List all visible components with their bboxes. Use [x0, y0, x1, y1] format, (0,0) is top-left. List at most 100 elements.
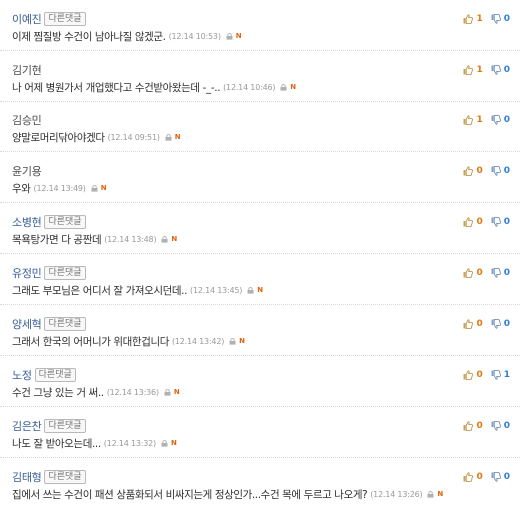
- author-name[interactable]: 김태형: [12, 469, 42, 485]
- thumbs-down-icon: [491, 65, 501, 75]
- lock-icon[interactable]: [161, 439, 168, 447]
- lock-icon[interactable]: [247, 286, 254, 294]
- dislike-button[interactable]: 0: [491, 421, 510, 431]
- thumbs-up-icon: [463, 14, 474, 24]
- lock-icon[interactable]: [165, 133, 172, 141]
- dislike-button[interactable]: 0: [491, 14, 510, 24]
- like-button[interactable]: 0: [463, 472, 483, 482]
- comment-text: 나도 잘 받아오는데...: [12, 437, 101, 450]
- dislike-button[interactable]: 0: [491, 65, 510, 75]
- author-name[interactable]: 윤기용: [12, 163, 42, 179]
- comment-timestamp: (12.14 10:46): [223, 82, 276, 92]
- comment-text: 우와: [12, 182, 31, 195]
- like-button[interactable]: 0: [463, 319, 483, 329]
- new-icon: N: [171, 235, 177, 243]
- comment-timestamp: (12.14 13:49): [33, 183, 86, 193]
- other-comments-button[interactable]: 다른댓글: [44, 317, 86, 331]
- lock-icon[interactable]: [229, 337, 236, 345]
- dislike-button[interactable]: 0: [491, 472, 510, 482]
- like-button[interactable]: 1: [463, 115, 483, 125]
- comment-header: 김태형 다른댓글: [12, 470, 86, 484]
- new-icon: N: [290, 83, 296, 91]
- thumbs-up-icon: [463, 268, 474, 278]
- comment-body: 수건 그냥 있는 거 써.. (12.14 13:36) N: [12, 386, 180, 399]
- dislike-count: 0: [503, 166, 510, 176]
- dislike-count: 0: [503, 65, 510, 75]
- lock-icon[interactable]: [427, 490, 434, 498]
- comment-header: 윤기용: [12, 163, 42, 179]
- comment-body: 나 어제 병원가서 개업했다고 수건받아왔는데 -_-.. (12.14 10:4…: [12, 81, 296, 94]
- dislike-button[interactable]: 0: [491, 166, 510, 176]
- other-comments-button[interactable]: 다른댓글: [44, 419, 86, 433]
- comment-timestamp: (12.14 13:45): [190, 285, 243, 295]
- dislike-button[interactable]: 1: [491, 370, 510, 380]
- like-button[interactable]: 0: [463, 268, 483, 278]
- dislike-button[interactable]: 0: [491, 319, 510, 329]
- like-count: 1: [476, 14, 483, 24]
- thumbs-down-icon: [491, 472, 501, 482]
- like-button[interactable]: 1: [463, 14, 483, 24]
- comment-body: 그래서 한국의 어머니가 위대한겁니다 (12.14 13:42) N: [12, 335, 245, 348]
- like-button[interactable]: 0: [463, 217, 483, 227]
- like-count: 0: [476, 319, 483, 329]
- comment-list: 이예진 다른댓글 이제 찜질방 수건이 남아나질 않겠군. (12.14 10:53)…: [0, 0, 520, 508]
- comment-timestamp: (12.14 13:32): [103, 438, 156, 448]
- author-name[interactable]: 양세혁: [12, 316, 42, 332]
- dislike-button[interactable]: 0: [491, 217, 510, 227]
- dislike-count: 0: [503, 319, 510, 329]
- author-name[interactable]: 김기현: [12, 62, 42, 78]
- like-button[interactable]: 0: [463, 370, 483, 380]
- other-comments-button[interactable]: 다른댓글: [34, 368, 76, 382]
- new-icon: N: [257, 286, 263, 294]
- dislike-count: 0: [503, 217, 510, 227]
- author-name[interactable]: 이예진: [12, 11, 42, 27]
- like-count: 1: [476, 65, 483, 75]
- comment-item: 김승민 양말로머리닦아야겠다 (12.14 09:51) N 1 0: [0, 101, 520, 152]
- thumbs-up-icon: [463, 370, 474, 380]
- comment-body: 우와 (12.14 13:49) N: [12, 182, 107, 195]
- like-button[interactable]: 1: [463, 65, 483, 75]
- dislike-button[interactable]: 0: [491, 268, 510, 278]
- lock-icon[interactable]: [280, 83, 287, 91]
- like-button[interactable]: 0: [463, 166, 483, 176]
- comment-body: 이제 찜질방 수건이 남아나질 않겠군. (12.14 10:53) N: [12, 30, 242, 43]
- new-icon: N: [173, 388, 180, 396]
- comment-item: 김기현나 어제 병원가서 개업했다고 수건받아왔는데 -_-.. (12.14 1…: [0, 51, 520, 102]
- like-button[interactable]: 0: [463, 421, 483, 431]
- author-name[interactable]: 소병현: [12, 214, 42, 230]
- vote-controls: 00: [463, 419, 510, 433]
- comment-item: 양세혁 다른댓글그래서 한국의 어머니가 위대한겁니다 (12.14 13:42) N…: [0, 305, 520, 356]
- other-comments-button[interactable]: 다른댓글: [44, 215, 86, 229]
- lock-icon[interactable]: [161, 235, 168, 243]
- dislike-count: 1: [503, 370, 510, 380]
- other-comments-button[interactable]: 다른댓글: [44, 266, 86, 280]
- comment-timestamp: (12.14 13:48): [104, 234, 157, 244]
- new-icon: N: [239, 337, 245, 345]
- comment-item: 김태형 다른댓글 집에서 쓰는 수건이 패션 상품화되서 비싸지는게 정상인가...…: [0, 458, 520, 508]
- author-name[interactable]: 유정민: [12, 265, 42, 281]
- thumbs-down-icon: [491, 166, 501, 176]
- dislike-button[interactable]: 0: [491, 115, 510, 125]
- thumbs-down-icon: [491, 14, 501, 24]
- like-count: 0: [476, 268, 483, 278]
- lock-icon[interactable]: [226, 32, 233, 40]
- other-comments-button[interactable]: 다른댓글: [44, 12, 86, 26]
- comment-header: 김은찬 다른댓글: [12, 419, 86, 433]
- other-comments-button[interactable]: 다른댓글: [44, 470, 86, 484]
- lock-icon[interactable]: [164, 388, 171, 396]
- thumbs-down-icon: [491, 421, 501, 431]
- comment-header: 김승민: [12, 112, 42, 128]
- new-icon: N: [174, 133, 181, 141]
- comment-item: 노정 다른댓글수건 그냥 있는 거 써.. (12.14 13:36) N 0 1: [0, 356, 520, 407]
- author-name[interactable]: 김승민: [12, 112, 42, 128]
- comment-timestamp: (12.14 10:53): [168, 31, 221, 41]
- dislike-count: 0: [503, 268, 510, 278]
- author-name[interactable]: 노정: [12, 367, 32, 383]
- new-icon: N: [437, 490, 443, 498]
- vote-controls: 00: [463, 215, 510, 229]
- dislike-count: 0: [503, 472, 510, 482]
- author-name[interactable]: 김은찬: [12, 418, 42, 434]
- thumbs-up-icon: [463, 217, 474, 227]
- comment-header: 소병현 다른댓글: [12, 215, 86, 229]
- lock-icon[interactable]: [91, 184, 98, 192]
